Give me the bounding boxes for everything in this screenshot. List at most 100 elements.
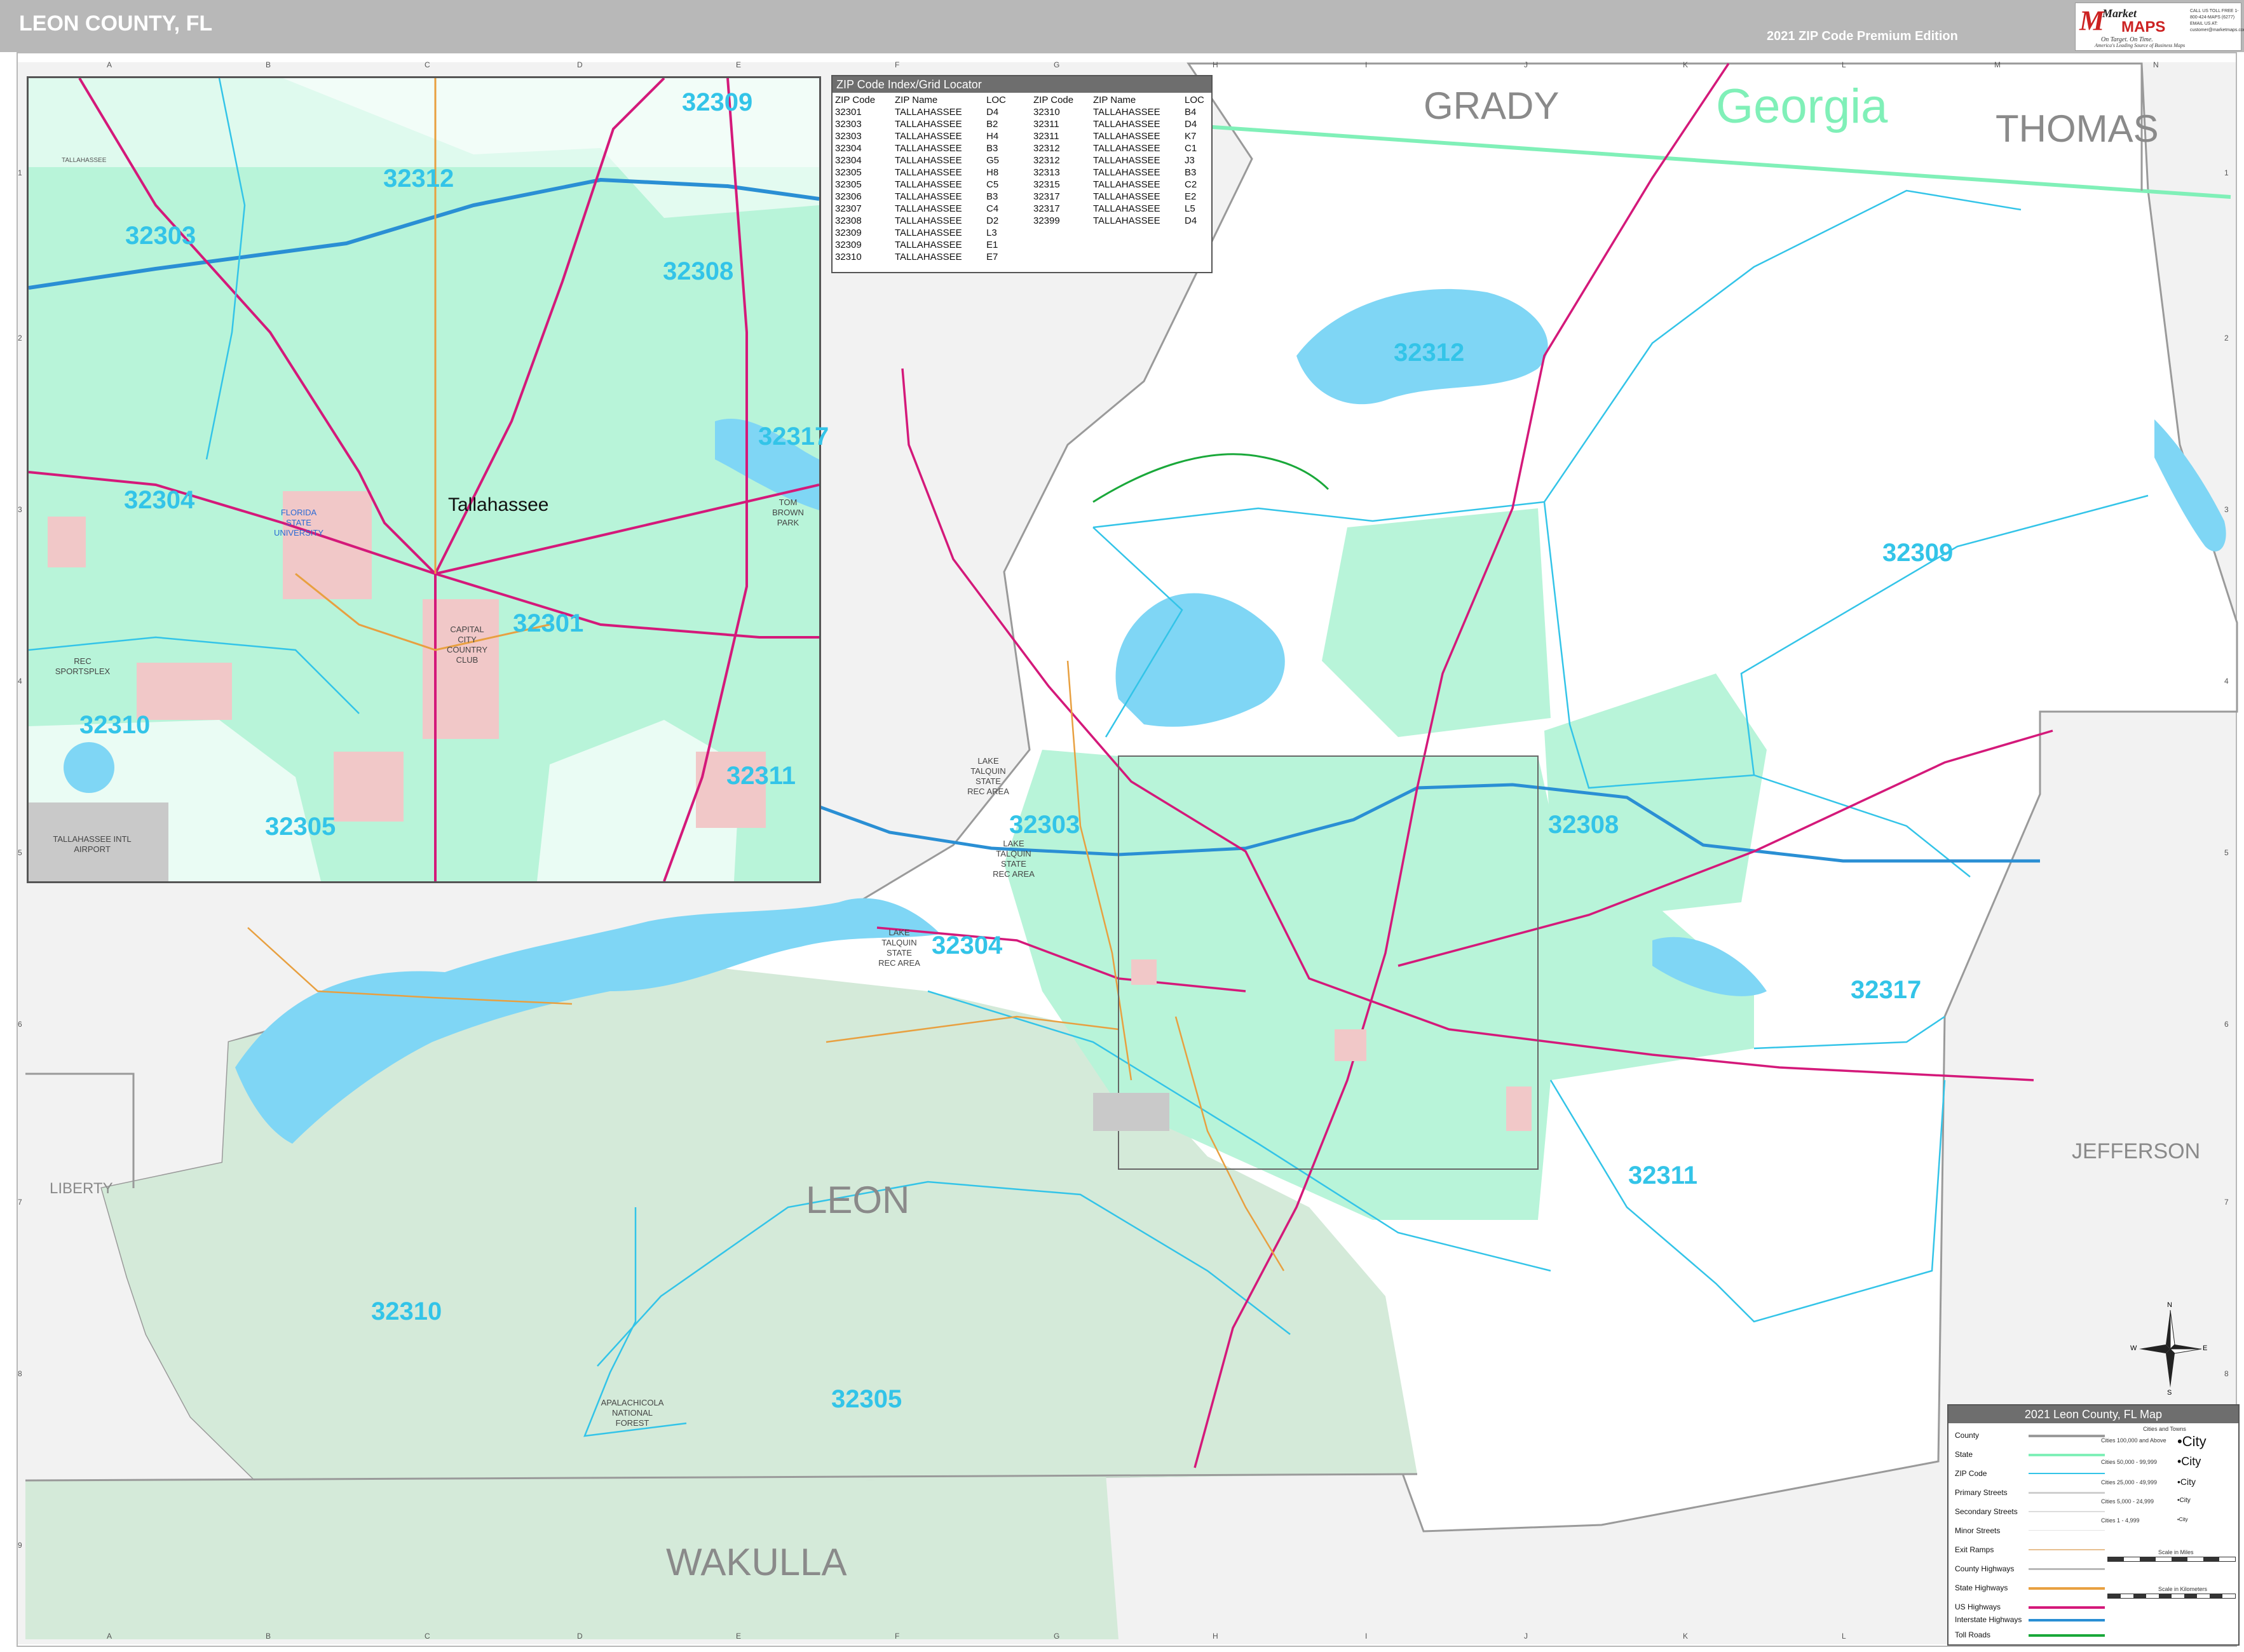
legend-title: 2021 Leon County, FL Map	[1948, 1405, 2238, 1423]
inset-zip-label-32310: 32310	[79, 711, 151, 739]
zip-label-32312: 32312	[1394, 339, 1465, 367]
compass-w: W	[2130, 1344, 2137, 1352]
zip-index-row: 32308 TALLAHASSEE D2	[835, 215, 999, 226]
legend-item: Exit Ramps	[1955, 1545, 1994, 1554]
grid-letter: C	[425, 60, 430, 69]
grid-number: 7	[18, 1198, 22, 1207]
county-label-liberty: LIBERTY	[50, 1180, 113, 1197]
legend-item: US Highways	[1955, 1602, 2001, 1611]
legend-item: State Highways	[1955, 1583, 2008, 1592]
legend-city-range: Cities 50,000 - 99,999	[2101, 1459, 2158, 1465]
zip-index-row: 32310 TALLAHASSEE B4	[1033, 107, 1197, 118]
park-1	[1131, 959, 1157, 985]
zip-label-32308: 32308	[1548, 811, 1619, 839]
grid-number: 2	[2224, 334, 2229, 342]
grid-number: 3	[18, 505, 22, 514]
county-label-jefferson: JEFFERSON	[2072, 1139, 2201, 1163]
park-2	[1335, 1029, 1366, 1061]
zip-index-row: 32310 TALLAHASSEE E7	[835, 252, 998, 262]
grid-letter: N	[2153, 60, 2159, 69]
zip-label-32309: 32309	[1882, 539, 1954, 567]
grid-letter: I	[1365, 1632, 1368, 1641]
park-label-apalachicola: APALACHICOLA NATIONAL FOREST	[601, 1398, 664, 1428]
zip-index-row: 32303 TALLAHASSEE H4	[835, 131, 999, 142]
legend-scale-bar-miles	[2107, 1557, 2236, 1562]
inset-zip-label-32305: 32305	[265, 813, 336, 841]
legend-city-range: Cities 25,000 - 49,999	[2101, 1479, 2158, 1486]
grid-number: 6	[18, 1020, 22, 1029]
zip-index-row: 32303 TALLAHASSEE B2	[835, 119, 998, 130]
inset-zip-label-32317: 32317	[758, 423, 829, 450]
inset-airport-label: TALLAHASSEE INTL AIRPORT	[53, 834, 132, 854]
zip-index-header: ZIP Code ZIP Name LOC	[1033, 95, 1204, 105]
grid-letter: J	[1524, 60, 1528, 69]
zip-label-32317: 32317	[1851, 976, 1922, 1004]
zip-index-row: 32307 TALLAHASSEE C4	[835, 203, 999, 214]
legend-swatch-toll	[2029, 1634, 2105, 1637]
grid-letter: F	[895, 1632, 900, 1641]
grid-letter: L	[1842, 60, 1846, 69]
legend-city-sample: •City	[2177, 1477, 2196, 1487]
grid-number: 1	[18, 168, 22, 177]
legend-item: County Highways	[1955, 1564, 2015, 1573]
zip-index-row: 32317 TALLAHASSEE E2	[1033, 191, 1197, 202]
zip-label-32304: 32304	[932, 931, 1003, 959]
legend-item: Interstate Highways	[1955, 1615, 2022, 1624]
legend-item: County	[1955, 1431, 1980, 1440]
county-label-wakulla: WAKULLA	[666, 1541, 847, 1583]
inset-city-tallahassee: Tallahassee	[448, 494, 549, 515]
legend-city-sample: •City	[2177, 1517, 2188, 1522]
grid-number: 8	[18, 1369, 22, 1378]
legend-cities-head: Cities and Towns	[2143, 1426, 2186, 1432]
legend-swatch-secondary	[2029, 1511, 2105, 1512]
county-label-thomas: THOMAS	[1996, 107, 2159, 150]
grid-letter: G	[1054, 60, 1060, 69]
legend-city-sample: •City	[2177, 1455, 2201, 1468]
zip-code-index: ZIP Code Index/Grid Locator ZIP Code ZIP …	[831, 75, 1213, 273]
compass-icon	[2139, 1310, 2202, 1388]
legend-swatch-interstate	[2029, 1619, 2105, 1622]
legend-item: Toll Roads	[1955, 1630, 1991, 1639]
inset-map[interactable]: Tallahassee TALLAHASSEE 32309 32312 3230…	[27, 76, 829, 883]
legend-item: ZIP Code	[1955, 1469, 1987, 1478]
legend-item: State	[1955, 1450, 1973, 1459]
inset-zip-label-32304: 32304	[124, 486, 195, 514]
grid-number: 3	[2224, 505, 2229, 514]
grid-letter: A	[107, 1632, 112, 1641]
grid-letter: M	[1994, 60, 2001, 69]
legend-swatch-zip	[2029, 1473, 2105, 1474]
inset-zip-label-32311: 32311	[726, 762, 796, 790]
grid-number: 2	[18, 334, 22, 342]
zip-index-row: 32311 TALLAHASSEE K7	[1033, 131, 1197, 142]
legend-scale-km: Scale in Kilometers	[2158, 1586, 2208, 1592]
inset-zip-label-32301: 32301	[513, 609, 584, 637]
zip-index-row: 32304 TALLAHASSEE B3	[835, 143, 998, 154]
grid-letter: B	[266, 1632, 271, 1641]
legend-city-range: Cities 1 - 4,999	[2101, 1517, 2140, 1524]
grid-number: 9	[18, 1541, 22, 1550]
zip-index-row: 32309 TALLAHASSEE L3	[835, 227, 997, 238]
grid-letter: J	[1524, 1632, 1528, 1641]
map-legend: 2021 Leon County, FL Map Cities and Town…	[1947, 1404, 2240, 1646]
inset-park-rec-sportsplex: REC SPORTSPLEX	[55, 656, 111, 676]
legend-swatch-county-hwy	[2029, 1568, 2105, 1570]
legend-swatch-primary	[2029, 1492, 2105, 1494]
legend-item: Primary Streets	[1955, 1488, 2008, 1497]
zip-label-32310: 32310	[371, 1297, 442, 1325]
zip-index-row: 32313 TALLAHASSEE B3	[1033, 167, 1197, 178]
grid-number: 4	[18, 677, 22, 686]
grid-letter: E	[736, 60, 742, 69]
inset-canvas	[29, 78, 819, 881]
inset-zip-label-32309: 32309	[682, 88, 753, 116]
inset-park-capital-city: CAPITAL CITY COUNTRY CLUB	[446, 625, 488, 665]
grid-letter: D	[577, 60, 583, 69]
zip-index-row: 32312 TALLAHASSEE C1	[1033, 143, 1197, 154]
zip-index-row: 32306 TALLAHASSEE B3	[835, 191, 998, 202]
grid-letter: G	[1054, 1632, 1060, 1641]
inset-park-fsu: FLORIDA STATE UNIVERSITY	[273, 508, 323, 538]
legend-swatch-county	[2029, 1435, 2105, 1437]
inset-park-tom-brown: TOM BROWN PARK	[772, 498, 804, 527]
legend-swatch-ramps	[2029, 1549, 2105, 1550]
grid-bottom-letters: A B C D E F G H I J K L M N	[18, 1632, 2236, 1644]
zip-index-header: ZIP Code ZIP Name LOC	[835, 95, 1006, 105]
